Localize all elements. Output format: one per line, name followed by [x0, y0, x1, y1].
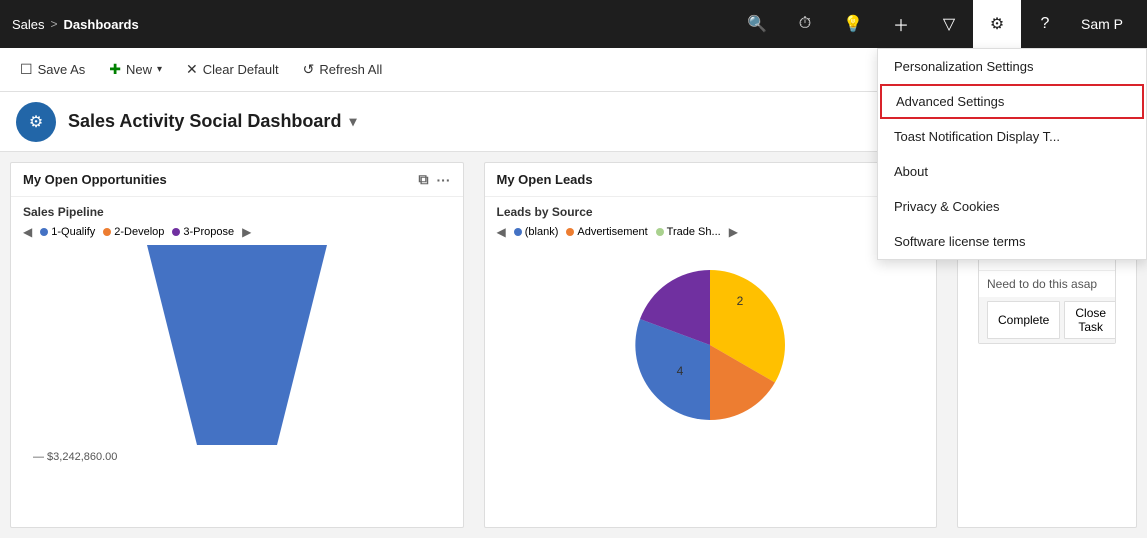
page-icon: ⚙: [16, 102, 56, 142]
complete-button[interactable]: Complete: [987, 301, 1060, 339]
legend-dot-3: [172, 228, 180, 236]
toast-body: Need to do this asap: [979, 271, 1115, 297]
legend-dot-2: [103, 228, 111, 236]
menu-item-personalization[interactable]: Personalization Settings: [878, 49, 1146, 84]
breadcrumb-parent[interactable]: Sales: [12, 17, 45, 32]
legend-leads-item-3: Trade Sh...: [656, 226, 721, 238]
panel-opportunities: My Open Opportunities ⧉ ··· Sales Pipeli…: [10, 162, 464, 528]
legend-leads-label-1: (blank): [525, 226, 559, 238]
help-icon-btn[interactable]: ?: [1021, 0, 1069, 48]
legend-next-icon[interactable]: ▶: [242, 225, 251, 239]
legend-leads-dot-1: [514, 228, 522, 236]
legend-leads-item-1: (blank): [514, 226, 559, 238]
legend-leads-label-2: Advertisement: [577, 226, 647, 238]
settings-icon-btn[interactable]: ⚙: [973, 0, 1021, 48]
nav-icons-group: 🔍 ⏱ 💡 ＋ ▽ ⚙ ? Sam P: [733, 0, 1135, 48]
filter-icon-btn[interactable]: ▽: [925, 0, 973, 48]
page-title: Sales Activity Social Dashboard: [68, 111, 341, 132]
toast-actions: Complete Close Task: [979, 297, 1115, 343]
svg-text:4: 4: [677, 364, 684, 378]
clear-icon: ✕: [186, 61, 198, 78]
legend-dot-1: [40, 228, 48, 236]
save-as-label: Save As: [38, 62, 86, 77]
legend-item-1: 1-Qualify: [40, 226, 95, 238]
menu-item-privacy[interactable]: Privacy & Cookies: [878, 189, 1146, 224]
legend-leads-dot-3: [656, 228, 664, 236]
chart-title-pipeline: Sales Pipeline: [23, 205, 451, 219]
panel-leads: My Open Leads ⧉ ··· Leads by Source ◀ (b…: [484, 162, 938, 528]
svg-text:2: 2: [737, 294, 744, 308]
expand-icon[interactable]: ⧉: [419, 171, 429, 188]
page-title-chevron-icon[interactable]: ▾: [349, 113, 356, 130]
panel-opportunities-header: My Open Opportunities ⧉ ···: [11, 163, 463, 197]
refresh-icon: ↺: [303, 61, 315, 78]
recent-icon-btn[interactable]: ⏱: [781, 0, 829, 48]
panel-opportunities-controls: ⧉ ···: [419, 171, 451, 188]
save-icon: ☐: [20, 61, 33, 78]
legend-label-1: 1-Qualify: [51, 226, 95, 238]
menu-item-advanced[interactable]: Advanced Settings: [880, 84, 1144, 119]
funnel-chart: [127, 245, 347, 465]
menu-item-about[interactable]: About: [878, 154, 1146, 189]
refresh-all-label: Refresh All: [319, 62, 382, 77]
legend-prev-icon[interactable]: ◀: [23, 225, 32, 239]
funnel-value-label: — $3,242,860.00: [33, 451, 117, 463]
legend-opportunities: ◀ 1-Qualify 2-Develop 3-Propose ▶: [23, 225, 451, 239]
new-label: New: [126, 62, 152, 77]
search-icon-btn[interactable]: 🔍: [733, 0, 781, 48]
clear-default-button[interactable]: ✕ Clear Default: [178, 56, 287, 83]
menu-item-toast[interactable]: Toast Notification Display T...: [878, 119, 1146, 154]
legend-leads: ◀ (blank) Advertisement Trade Sh... ▶: [497, 225, 925, 239]
breadcrumb: Sales > Dashboards: [12, 17, 139, 32]
legend-label-2: 2-Develop: [114, 226, 164, 238]
add-icon-btn[interactable]: ＋: [877, 0, 925, 48]
clear-default-label: Clear Default: [203, 62, 279, 77]
lightbulb-icon-btn[interactable]: 💡: [829, 0, 877, 48]
panel-leads-title: My Open Leads: [497, 172, 593, 187]
top-nav-bar: Sales > Dashboards 🔍 ⏱ 💡 ＋ ▽ ⚙ ? Sam P: [0, 0, 1147, 48]
panel-opportunities-body: Sales Pipeline ◀ 1-Qualify 2-Develop 3-P…: [11, 197, 463, 527]
new-chevron-icon[interactable]: ▾: [157, 64, 162, 75]
legend-label-3: 3-Propose: [183, 226, 234, 238]
menu-item-license[interactable]: Software license terms: [878, 224, 1146, 259]
user-name: Sam P: [1081, 16, 1123, 32]
new-icon: ✚: [109, 61, 121, 78]
panel-leads-body: Leads by Source ◀ (blank) Advertisement …: [485, 197, 937, 527]
panel-opportunities-title: My Open Opportunities: [23, 172, 167, 187]
toast-description: Need to do this asap: [987, 277, 1097, 291]
legend-leads-prev-icon[interactable]: ◀: [497, 225, 506, 239]
legend-leads-next-icon[interactable]: ▶: [729, 225, 738, 239]
pie-chart: 2 4: [620, 255, 800, 435]
legend-leads-item-2: Advertisement: [566, 226, 647, 238]
new-button[interactable]: ✚ New ▾: [101, 56, 170, 83]
legend-leads-dot-2: [566, 228, 574, 236]
breadcrumb-current: Dashboards: [64, 17, 139, 32]
legend-item-3: 3-Propose: [172, 226, 234, 238]
legend-leads-label-3: Trade Sh...: [667, 226, 721, 238]
user-menu[interactable]: Sam P: [1069, 0, 1135, 48]
more-icon[interactable]: ···: [437, 172, 451, 188]
page-icon-symbol: ⚙: [29, 112, 43, 132]
page-title-area: Sales Activity Social Dashboard ▾: [68, 111, 356, 132]
chart-title-leads: Leads by Source: [497, 205, 925, 219]
legend-item-2: 2-Develop: [103, 226, 164, 238]
save-as-button[interactable]: ☐ Save As: [12, 56, 93, 83]
refresh-all-button[interactable]: ↺ Refresh All: [295, 56, 391, 83]
breadcrumb-separator: >: [51, 17, 58, 31]
panel-leads-header: My Open Leads ⧉ ···: [485, 163, 937, 197]
settings-dropdown-menu: Personalization Settings Advanced Settin…: [877, 48, 1147, 260]
close-task-button[interactable]: Close Task: [1064, 301, 1116, 339]
